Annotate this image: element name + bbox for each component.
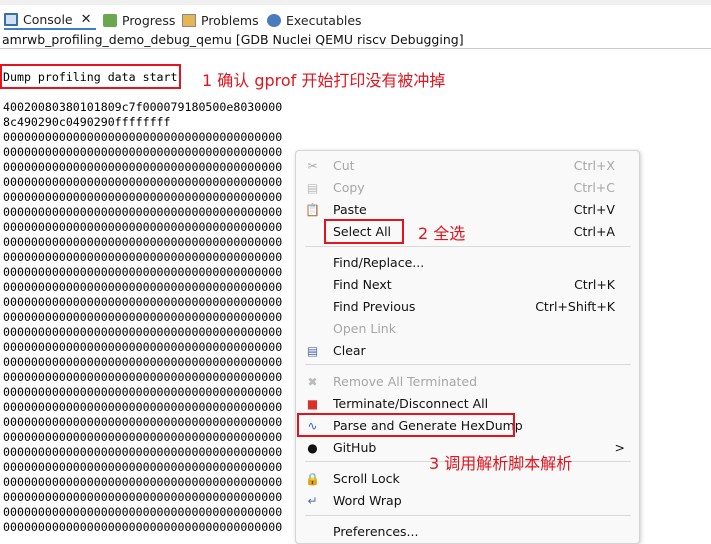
console-line: 0000000000000000000000000000000000000000: [3, 460, 283, 474]
console-line: 0000000000000000000000000000000000000000: [3, 340, 283, 354]
console-line: 0000000000000000000000000000000000000000: [3, 145, 283, 159]
console-line: 0000000000000000000000000000000000000000: [3, 430, 283, 444]
console-line: 0000000000000000000000000000000000000000: [3, 130, 283, 144]
console-line: 0000000000000000000000000000000000000000: [3, 505, 283, 519]
console-line: 0000000000000000000000000000000000000000: [3, 445, 283, 459]
console-line: 0000000000000000000000000000000000000000: [3, 475, 283, 489]
console-line: 8c490290c0490290ffffffff: [3, 115, 171, 129]
copy-icon: ▤: [306, 181, 319, 195]
close-icon[interactable]: ✕: [81, 12, 92, 27]
menu-item-label: Paste: [333, 202, 367, 217]
scissors-icon: ✂: [307, 159, 318, 173]
console-line: 0000000000000000000000000000000000000000: [3, 220, 283, 234]
console-line: 0000000000000000000000000000000000000000: [3, 370, 283, 384]
console-line: 0000000000000000000000000000000000000000: [3, 355, 283, 369]
console-line: 0000000000000000000000000000000000000000: [3, 280, 283, 294]
tab-progress[interactable]: Progress: [103, 10, 175, 30]
annotation-step1: 1 确认 gprof 开始打印没有被冲掉: [202, 71, 446, 90]
menu-item-shortcut: Ctrl+C: [573, 180, 615, 195]
menu-item-label: Cut: [333, 158, 355, 173]
console-line: 0000000000000000000000000000000000000000: [3, 325, 283, 339]
menu-separator: [305, 364, 631, 365]
console-line: 0000000000000000000000000000000000000000: [3, 250, 283, 264]
menu-separator: [305, 515, 631, 516]
menu-item-shortcut: Ctrl+V: [573, 202, 615, 217]
menu-item-word-wrap[interactable]: ↵ Word Wrap: [296, 490, 639, 512]
menu-item-label: Find/Replace...: [333, 255, 425, 270]
menu-item-label: Remove All Terminated: [333, 374, 478, 389]
chevron-right-icon: >: [614, 440, 625, 455]
progress-icon: [103, 13, 117, 27]
console-line: 0000000000000000000000000000000000000000: [3, 235, 283, 249]
executables-icon: [267, 13, 281, 27]
divider: [0, 48, 711, 49]
menu-item-cut: ✂ Cut Ctrl+X: [296, 155, 639, 177]
console-line: 0000000000000000000000000000000000000000: [3, 265, 283, 279]
console-line: 0000000000000000000000000000000000000000: [3, 205, 283, 219]
console-line: 0000000000000000000000000000000000000000: [3, 490, 283, 504]
console-line: 0000000000000000000000000000000000000000: [3, 400, 283, 414]
annotation-step2: 2 全选: [418, 224, 466, 243]
console-icon: [4, 12, 18, 26]
menu-item-paste[interactable]: 📋 Paste Ctrl+V: [296, 199, 639, 221]
menu-item-shortcut: Ctrl+K: [574, 277, 615, 292]
console-line: 0000000000000000000000000000000000000000: [3, 175, 283, 189]
menu-item-clear[interactable]: ▤ Clear: [296, 340, 639, 362]
tab-console[interactable]: Console ✕: [4, 10, 96, 30]
menu-item-label: Preferences...: [333, 524, 419, 539]
paste-icon: 📋: [305, 203, 320, 217]
menu-item-shortcut: Ctrl+X: [573, 158, 615, 173]
menu-item-terminate-disconnect-all[interactable]: ■ Terminate/Disconnect All: [296, 393, 639, 415]
menu-item-label: Terminate/Disconnect All: [333, 396, 489, 411]
menu-item-shortcut: Ctrl+Shift+K: [535, 299, 615, 314]
tab-label: Problems: [201, 12, 259, 28]
menu-item-preferences[interactable]: Preferences...: [296, 521, 639, 543]
tab-problems[interactable]: Problems: [182, 10, 259, 30]
menu-item-label: Find Previous: [333, 299, 416, 314]
menu-item-open-link: Open Link: [296, 318, 639, 340]
word-wrap-icon: ↵: [307, 494, 318, 508]
menu-item-find-replace[interactable]: Find/Replace...: [296, 252, 639, 274]
menu-item-copy: ▤ Copy Ctrl+C: [296, 177, 639, 199]
tab-label: Executables: [286, 12, 362, 28]
console-line: 0000000000000000000000000000000000000000: [3, 190, 283, 204]
menu-item-label: Clear: [333, 343, 366, 358]
annotation-step3: 3 调用解析脚本解析: [429, 454, 573, 473]
github-icon: ●: [307, 441, 318, 455]
tab-label: Console: [23, 11, 73, 27]
menu-item-find-next[interactable]: Find Next Ctrl+K: [296, 274, 639, 296]
menu-item-find-previous[interactable]: Find Previous Ctrl+Shift+K: [296, 296, 639, 318]
scroll-lock-icon: 🔒: [305, 472, 320, 486]
view-tab-bar: Console ✕ Progress Problems Executables: [0, 0, 711, 32]
console-line: 0000000000000000000000000000000000000000: [3, 520, 283, 534]
menu-item-label: Open Link: [333, 321, 396, 336]
highlight-box-2: [324, 219, 404, 244]
menu-item-label: Find Next: [333, 277, 392, 292]
menu-item-label: Copy: [333, 180, 365, 195]
terminate-icon: ■: [306, 397, 319, 411]
console-line: 0000000000000000000000000000000000000000: [3, 160, 283, 174]
menu-item-label: Word Wrap: [333, 493, 402, 508]
menu-item-shortcut: Ctrl+A: [573, 224, 615, 239]
menu-separator: [305, 246, 631, 247]
problems-icon: [182, 13, 196, 27]
console-line: 0000000000000000000000000000000000000000: [3, 310, 283, 324]
context-menu: ✂ Cut Ctrl+X ▤ Copy Ctrl+C 📋 Paste Ctrl+V Select …: [295, 150, 640, 544]
console-line: 40020080380101809c7f000079180500e8030000: [3, 100, 283, 114]
console-line: 0000000000000000000000000000000000000000: [3, 415, 283, 429]
tab-executables[interactable]: Executables: [267, 10, 362, 30]
highlight-box-3: [297, 413, 515, 437]
highlight-box-1: [0, 64, 181, 89]
console-title: amrwb_profiling_demo_debug_qemu [GDB Nuc…: [2, 32, 464, 47]
tab-label: Progress: [122, 12, 176, 28]
menu-item-label: Scroll Lock: [333, 471, 400, 486]
menu-item-label: GitHub: [333, 440, 377, 455]
clear-icon: ▤: [306, 344, 319, 358]
console-line: 0000000000000000000000000000000000000000: [3, 295, 283, 309]
console-line: 0000000000000000000000000000000000000000: [3, 385, 283, 399]
remove-all-icon: ✖: [307, 375, 318, 389]
menu-item-remove-all-terminated: ✖ Remove All Terminated: [296, 371, 639, 393]
